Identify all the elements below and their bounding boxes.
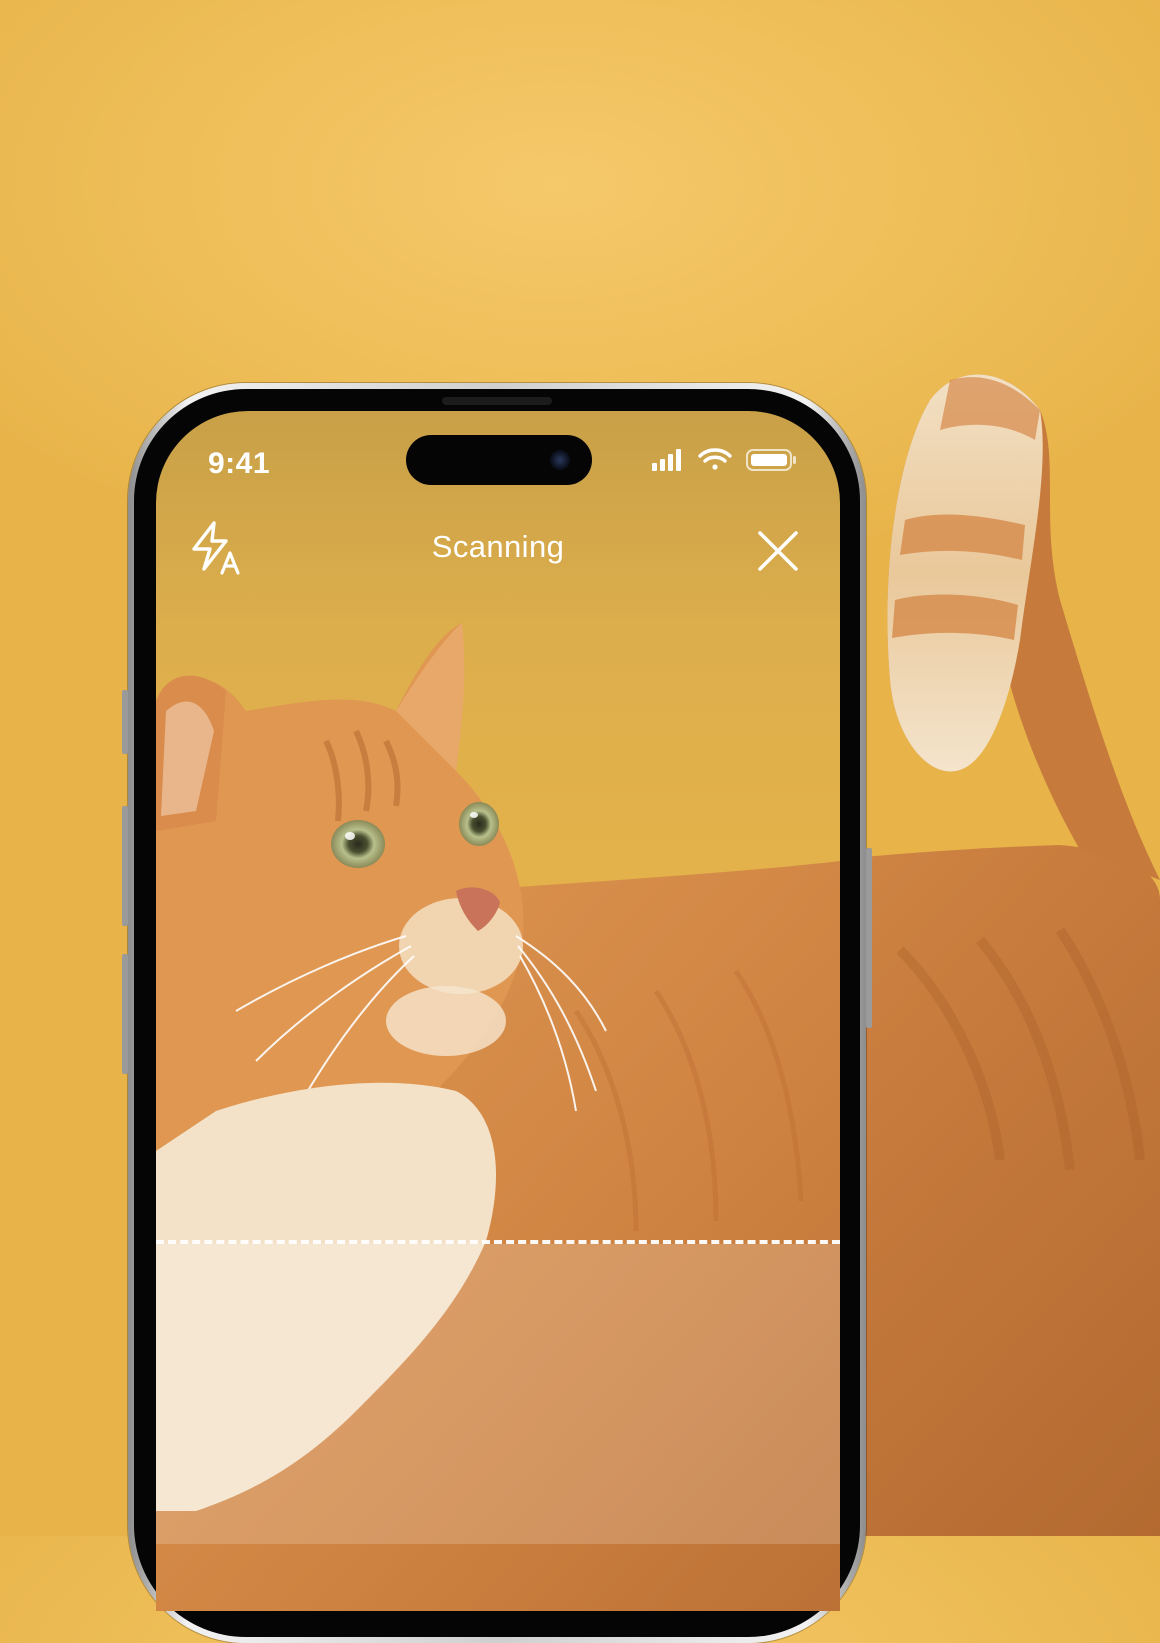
- cellular-signal-icon: [652, 449, 681, 471]
- volume-down-button: [122, 954, 128, 1074]
- scan-line: [156, 1240, 840, 1244]
- page-title: Scanning: [431, 529, 565, 564]
- power-button: [866, 848, 872, 1028]
- action-button: [122, 690, 128, 754]
- dynamic-island: [406, 435, 592, 485]
- battery-icon: [746, 449, 796, 471]
- front-camera-icon: [550, 450, 570, 470]
- close-icon: [758, 531, 798, 571]
- speaker-grille: [442, 397, 552, 405]
- scan-progress-overlay: [156, 1244, 840, 1544]
- camera-scene: 9:41 Scanning: [0, 0, 1160, 1643]
- volume-up-button: [122, 806, 128, 926]
- close-button[interactable]: [756, 529, 800, 573]
- status-bar-time: 9:41: [208, 447, 271, 480]
- status-bar-icons: [650, 447, 800, 473]
- wifi-icon: [698, 448, 732, 470]
